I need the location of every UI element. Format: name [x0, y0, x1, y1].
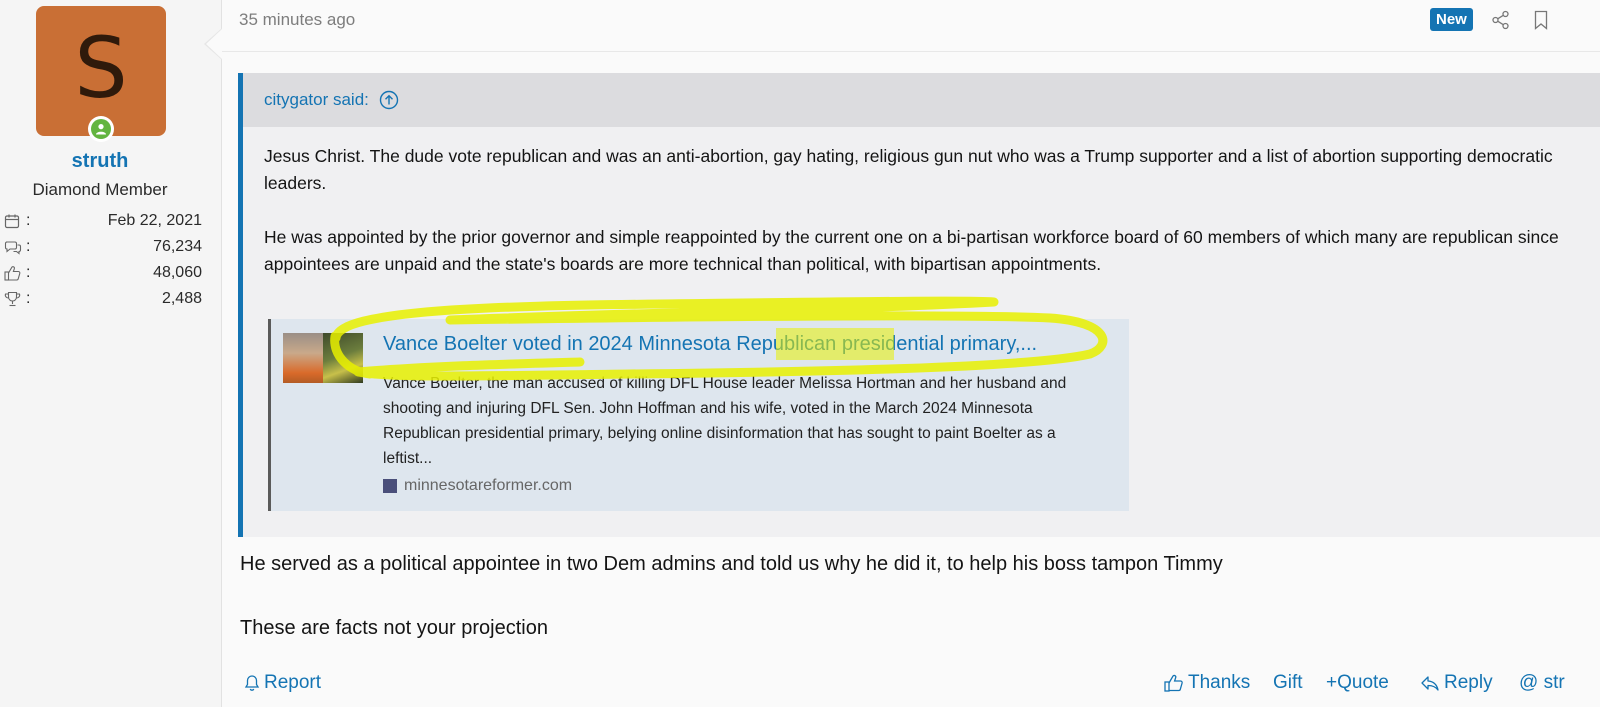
stat-value: 2,488	[161, 290, 202, 307]
thanks-button[interactable]: Thanks	[1164, 672, 1250, 694]
arrow-up-circle-icon[interactable]	[379, 90, 399, 110]
report-button[interactable]: Report	[244, 672, 321, 694]
link-preview-source[interactable]: minnesotareformer.com	[383, 477, 572, 495]
reply-button[interactable]: Reply	[1420, 672, 1493, 694]
online-status-icon	[88, 116, 114, 142]
quote-button[interactable]: +Quote	[1326, 672, 1389, 694]
site-favicon-icon	[383, 479, 397, 493]
user-title: Diamond Member	[32, 180, 168, 199]
quote-paragraph: Jesus Christ. The dude vote republican a…	[264, 146, 1553, 193]
gift-button[interactable]: Gift	[1273, 672, 1303, 694]
share-icon[interactable]	[1490, 9, 1512, 31]
trophy-icon	[4, 290, 26, 308]
quote-paragraph: He was appointed by the prior governor a…	[264, 227, 1559, 274]
stat-messages: : 76,234	[4, 234, 202, 260]
quote-header: citygator said:	[243, 73, 1600, 127]
thumbs-up-icon	[4, 264, 26, 282]
link-preview-title[interactable]: Vance Boelter voted in 2024 Minnesota Re…	[383, 333, 1037, 356]
link-preview-description: Vance Boelter, the man accused of killin…	[383, 375, 1067, 467]
messages-icon	[4, 238, 26, 256]
post-body-line: These are facts not your projection	[240, 617, 548, 639]
quote-block: citygator said: Jesus Christ. The dude v…	[238, 73, 1600, 537]
stat-reactions: : 48,060	[4, 260, 202, 286]
username-link[interactable]: struth	[0, 150, 200, 173]
post-body-line: He served as a political appointee in tw…	[240, 553, 1223, 575]
user-sidebar: S struth Diamond Member : Feb 22, 2021 :…	[0, 0, 222, 707]
post-header: 35 minutes ago New	[222, 0, 1600, 52]
link-preview-card[interactable]: Vance Boelter voted in 2024 Minnesota Re…	[268, 319, 1129, 511]
report-label: Report	[264, 672, 322, 693]
stat-points: : 2,488	[4, 286, 202, 312]
reply-label: Reply	[1444, 672, 1493, 693]
bookmark-icon[interactable]	[1530, 9, 1552, 31]
quote-content: Jesus Christ. The dude vote republican a…	[243, 127, 1583, 278]
thumbs-up-icon	[1164, 674, 1183, 692]
avatar-letter: S	[74, 19, 128, 117]
new-badge: New	[1430, 8, 1473, 31]
reply-icon	[1421, 676, 1439, 691]
link-preview-thumbnail[interactable]	[283, 333, 363, 383]
bell-icon	[244, 675, 260, 691]
message-arrow	[204, 28, 222, 60]
stat-value: Feb 22, 2021	[107, 212, 202, 229]
stat-value: 48,060	[153, 264, 202, 281]
link-preview-site: minnesotareformer.com	[404, 477, 573, 494]
quote-author-link[interactable]: citygator said:	[264, 90, 369, 110]
quote-label: +Quote	[1326, 672, 1389, 693]
stat-value: 76,234	[153, 238, 202, 255]
mention-button[interactable]: @ str	[1519, 672, 1565, 694]
calendar-icon	[4, 212, 26, 230]
post-actions: Report Thanks Gift +Quote Reply @ str	[222, 668, 1600, 707]
gift-label: Gift	[1273, 672, 1303, 693]
post-timestamp[interactable]: 35 minutes ago	[239, 10, 355, 30]
stat-joined: : Feb 22, 2021	[4, 208, 202, 234]
thanks-label: Thanks	[1188, 672, 1251, 693]
user-stats: : Feb 22, 2021 : 76,234 : 48,060 : 2,488	[4, 208, 202, 312]
mention-label: @ str	[1519, 672, 1565, 693]
